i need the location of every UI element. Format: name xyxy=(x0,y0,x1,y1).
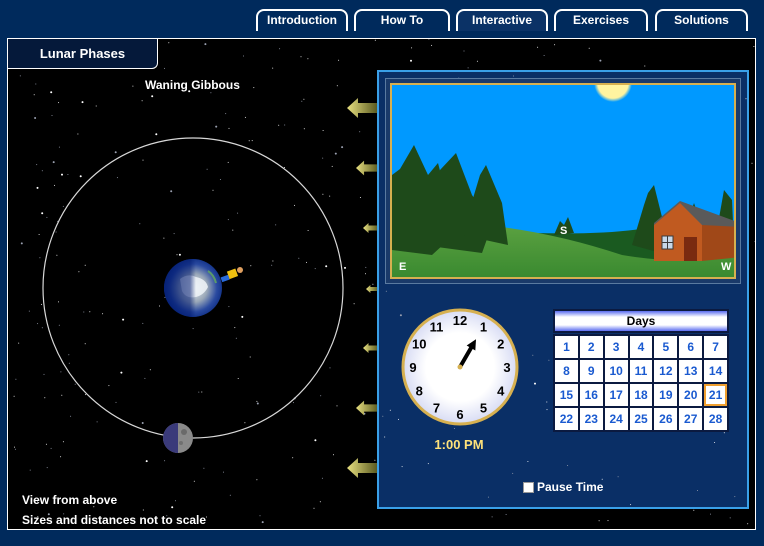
observer-panel: E S W 12 1 2 3 4 5 6 7 8 9 10 11 1:00 PM… xyxy=(377,70,749,509)
clock-pivot xyxy=(457,364,463,370)
calendar-day[interactable]: 5 xyxy=(654,336,678,358)
tab-solutions[interactable]: Solutions xyxy=(655,9,748,31)
star xyxy=(714,442,716,443)
star xyxy=(697,490,698,491)
clock-number: 4 xyxy=(497,384,505,399)
calendar-day[interactable]: 3 xyxy=(604,336,628,358)
calendar-day[interactable]: 13 xyxy=(679,360,703,382)
clock-number: 9 xyxy=(409,360,416,375)
calendar-day[interactable]: 2 xyxy=(579,336,603,358)
star xyxy=(453,428,455,429)
star xyxy=(389,409,391,411)
star xyxy=(734,496,736,498)
clock-number: 10 xyxy=(412,337,426,352)
sky-moon-icon xyxy=(594,85,632,102)
calendar-day[interactable]: 10 xyxy=(604,360,628,382)
calendar-day[interactable]: 6 xyxy=(679,336,703,358)
clock-number: 12 xyxy=(453,313,467,328)
calendar-day[interactable]: 12 xyxy=(654,360,678,382)
star xyxy=(385,290,387,292)
observer-icon xyxy=(220,267,243,283)
sunlight-arrow-icon xyxy=(356,400,378,416)
calendar-day[interactable]: 24 xyxy=(604,408,628,430)
clock-time-label: 1:00 PM xyxy=(434,437,484,452)
checkbox-box[interactable] xyxy=(523,481,534,493)
star xyxy=(745,98,747,100)
pause-time-checkbox[interactable]: Pause Time xyxy=(523,480,603,494)
sunlight-arrow-icon xyxy=(363,343,378,353)
star xyxy=(546,409,548,411)
calendar-day[interactable]: 14 xyxy=(704,360,727,382)
clock: 12 1 2 3 4 5 6 7 8 9 10 11 xyxy=(401,308,519,426)
day-calendar: Days 1 2 3 4 5 6 7 8 9 10 11 12 13 14 15 16 17 18 19 20 21 22… xyxy=(553,309,729,439)
tab-interactive[interactable]: Interactive xyxy=(456,9,548,31)
calendar-day[interactable]: 1 xyxy=(555,336,578,358)
direction-west: W xyxy=(721,261,732,273)
calendar-day[interactable]: 4 xyxy=(629,336,653,358)
clock-number: 1 xyxy=(480,319,487,334)
horizon-view-frame: E S W xyxy=(385,78,741,284)
calendar-day[interactable]: 9 xyxy=(579,360,603,382)
star xyxy=(532,354,534,356)
star xyxy=(382,415,384,417)
earth-icon xyxy=(164,259,222,317)
clock-number: 6 xyxy=(456,407,463,422)
calendar-day[interactable]: 8 xyxy=(555,360,578,382)
clock-number: 8 xyxy=(416,384,423,399)
star xyxy=(398,418,399,420)
calendar-day[interactable]: 15 xyxy=(555,384,578,406)
star xyxy=(384,436,386,438)
calendar-day[interactable]: 18 xyxy=(629,384,653,406)
calendar-day[interactable]: 16 xyxy=(579,384,603,406)
star xyxy=(512,472,514,474)
calendar-day[interactable]: 26 xyxy=(654,408,678,430)
star xyxy=(513,75,514,77)
calendar-day[interactable]: 19 xyxy=(654,384,678,406)
calendar-grid: 1 2 3 4 5 6 7 8 9 10 11 12 13 14 15 16 17 18 19 20 21 22 23 24 2… xyxy=(553,334,729,432)
calendar-day[interactable]: 22 xyxy=(555,408,578,430)
star xyxy=(401,466,403,468)
star xyxy=(546,401,548,403)
clock-number: 7 xyxy=(433,401,440,416)
star xyxy=(527,461,529,462)
clock-number: 5 xyxy=(480,401,487,416)
calendar-day[interactable]: 20 xyxy=(679,384,703,406)
direction-south: S xyxy=(560,225,568,237)
scale-caption: Sizes and distances not to scale xyxy=(22,513,207,527)
star xyxy=(487,496,489,498)
simulation-stage: Lunar Phases Waning Gibbous View from ab… xyxy=(7,38,756,530)
star xyxy=(630,504,632,506)
calendar-day[interactable]: 17 xyxy=(604,384,628,406)
calendar-title: Days xyxy=(553,309,729,333)
sunlight-arrow-icon xyxy=(356,160,378,176)
tab-how-to[interactable]: How To xyxy=(354,9,450,31)
clock-number: 3 xyxy=(503,360,510,375)
calendar-day[interactable]: 28 xyxy=(704,408,727,430)
calendar-day[interactable]: 27 xyxy=(679,408,703,430)
sunlight-arrow-icon xyxy=(347,98,377,118)
star xyxy=(617,476,619,478)
calendar-day[interactable]: 7 xyxy=(704,336,727,358)
horizon-view: E S W xyxy=(390,83,736,279)
star xyxy=(567,465,569,466)
sunlight-arrow-icon xyxy=(347,458,377,478)
direction-east: E xyxy=(399,261,407,273)
sunlight-arrow-icon xyxy=(363,223,378,233)
calendar-day[interactable]: 23 xyxy=(579,408,603,430)
calendar-day[interactable]: 11 xyxy=(629,360,653,382)
star xyxy=(534,382,536,385)
pause-time-label: Pause Time xyxy=(537,480,604,494)
tab-introduction[interactable]: Introduction xyxy=(256,9,348,31)
view-caption: View from above xyxy=(22,493,118,507)
clock-number: 2 xyxy=(497,337,504,352)
calendar-day[interactable]: 21 xyxy=(704,384,727,406)
star xyxy=(427,463,429,465)
moon-icon xyxy=(163,423,193,453)
tab-exercises[interactable]: Exercises xyxy=(554,9,648,31)
star xyxy=(548,359,550,361)
clock-number: 11 xyxy=(430,319,444,334)
calendar-day[interactable]: 25 xyxy=(629,408,653,430)
